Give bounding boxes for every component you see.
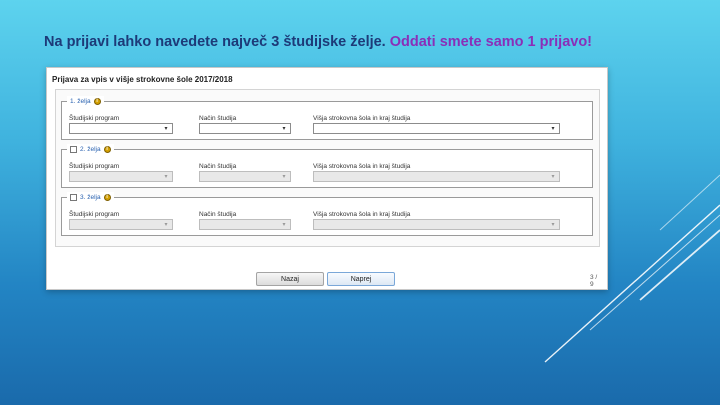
wish-2-mode-select[interactable]: ▾ xyxy=(199,171,291,182)
wish-1-school-label: Višja strokovna šola in kraj študija xyxy=(313,115,411,122)
chevron-down-icon: ▾ xyxy=(164,126,168,132)
back-button[interactable]: Nazaj xyxy=(256,272,324,286)
form-area: 1. želja i Študijski program Način študi… xyxy=(55,89,600,293)
chevron-down-icon: ▾ xyxy=(282,174,286,180)
wish-2-checkbox[interactable] xyxy=(70,146,77,153)
wish-3-program-label: Študijski program xyxy=(69,211,120,218)
chevron-down-icon: ▾ xyxy=(551,126,555,132)
wishes-frame: 1. želja i Študijski program Način študi… xyxy=(55,89,600,247)
wish-2-program-label: Študijski program xyxy=(69,163,120,170)
wish-3-fieldset: 3. želja i Študijski program Način študi… xyxy=(61,192,593,236)
wish-3-legend: 3. želja i xyxy=(67,192,114,203)
wish-2-legend-label[interactable]: 2. želja xyxy=(80,146,101,153)
wish-3-school-select[interactable]: ▾ xyxy=(313,219,560,230)
headline-accent: Oddati smete samo 1 prijavo! xyxy=(389,34,593,50)
panel-title: Prijava za vpis v višje strokovne šole 2… xyxy=(52,75,233,84)
wish-1-mode-label: Način študija xyxy=(199,115,237,122)
wish-3-school-label: Višja strokovna šola in kraj študija xyxy=(313,211,411,218)
wish-1-school-select[interactable]: ▾ xyxy=(313,123,560,134)
wish-3-mode-select[interactable]: ▾ xyxy=(199,219,291,230)
wish-1-fieldset: 1. želja i Študijski program Način študi… xyxy=(61,96,593,140)
wish-1-program-label: Študijski program xyxy=(69,115,120,122)
wish-3-mode-label: Način študija xyxy=(199,211,237,218)
wish-1-legend-label[interactable]: 1. želja xyxy=(70,98,91,105)
wish-2-mode-label: Način študija xyxy=(199,163,237,170)
chevron-down-icon: ▾ xyxy=(282,126,286,132)
info-icon[interactable]: i xyxy=(93,98,101,105)
headline: Na prijavi lahko navedete največ 3 študi… xyxy=(44,34,592,50)
headline-main: Na prijavi lahko navedete največ 3 študi… xyxy=(44,34,386,50)
application-panel: Prijava za vpis v višje strokovne šole 2… xyxy=(46,67,608,290)
wish-2-school-select[interactable]: ▾ xyxy=(313,171,560,182)
info-icon[interactable]: i xyxy=(103,194,111,201)
wish-1-legend: 1. želja i xyxy=(67,96,104,107)
chevron-down-icon: ▾ xyxy=(164,222,168,228)
page-indicator: 3 / 9 xyxy=(590,274,598,288)
wish-2-program-select[interactable]: ▾ xyxy=(69,171,173,182)
wish-3-checkbox[interactable] xyxy=(70,194,77,201)
wish-1-mode-select[interactable]: ▾ xyxy=(199,123,291,134)
wish-3-program-select[interactable]: ▾ xyxy=(69,219,173,230)
chevron-down-icon: ▾ xyxy=(164,174,168,180)
next-button[interactable]: Naprej xyxy=(327,272,395,286)
chevron-down-icon: ▾ xyxy=(551,222,555,228)
info-icon[interactable]: i xyxy=(103,146,111,153)
chevron-down-icon: ▾ xyxy=(282,222,286,228)
wish-2-legend: 2. želja i xyxy=(67,144,114,155)
wish-2-school-label: Višja strokovna šola in kraj študija xyxy=(313,163,411,170)
wish-3-legend-label[interactable]: 3. želja xyxy=(80,194,101,201)
wish-1-program-select[interactable]: ▾ xyxy=(69,123,173,134)
chevron-down-icon: ▾ xyxy=(551,174,555,180)
wish-2-fieldset: 2. želja i Študijski program Način študi… xyxy=(61,144,593,188)
